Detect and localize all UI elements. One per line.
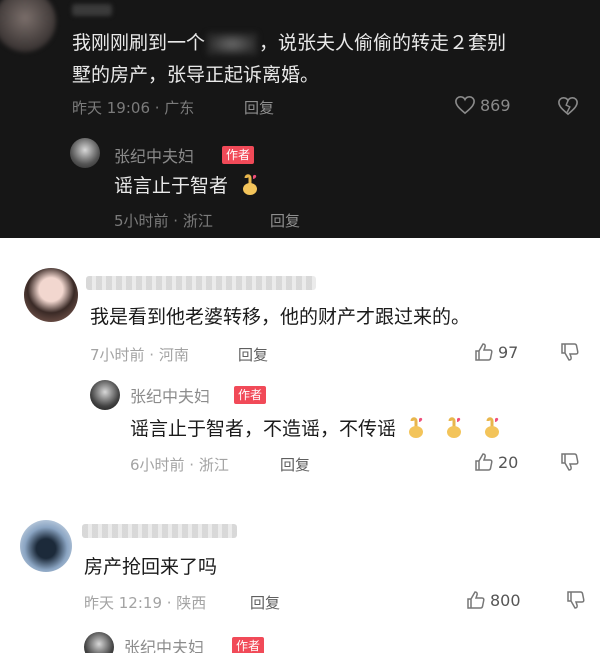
comment-text-part1: 我刚刚刷到一个: [72, 32, 206, 54]
reply-button[interactable]: 回复: [238, 344, 268, 365]
author-reply-button[interactable]: 回复: [270, 210, 300, 231]
author-reply-text-content: 谣言止于智者: [114, 175, 229, 197]
author-avatar[interactable]: [70, 138, 100, 168]
author-avatar[interactable]: [84, 632, 114, 653]
thumbs-up-icon: [475, 343, 493, 361]
commenter-name-blurred[interactable]: [82, 524, 237, 538]
author-avatar[interactable]: [90, 380, 120, 410]
like-count: 800: [490, 590, 521, 610]
reply-button[interactable]: 回复: [250, 592, 280, 613]
finger-heart-icon: [409, 417, 424, 438]
commenter-avatar[interactable]: [24, 268, 78, 322]
thumbs-down-icon[interactable]: [566, 590, 586, 610]
reply-button[interactable]: 回复: [244, 97, 274, 118]
author-badge: 作者: [232, 637, 265, 653]
thumbs-down-icon[interactable]: [560, 452, 580, 472]
finger-heart-icon: [485, 417, 500, 438]
comment-text: 我是看到他老婆转移，他的财产才跟过来的。: [90, 306, 471, 328]
author-name[interactable]: 张纪中夫妇: [124, 634, 204, 653]
commenter-avatar[interactable]: [20, 520, 72, 572]
like-button[interactable]: 869: [454, 95, 511, 115]
like-count: 869: [480, 95, 511, 115]
author-reply-time-location: 6小时前 · 浙江: [130, 456, 229, 474]
comment-text-part2: ，说张夫人偷偷的转走２套别: [259, 32, 507, 54]
heart-outline-icon: [455, 95, 475, 115]
thumbs-up-icon: [475, 453, 493, 471]
author-reply-text: 谣言止于智者，不造谣，不传谣: [130, 414, 502, 441]
commenter-name-blurred[interactable]: [72, 4, 112, 16]
comment-time-location: 7小时前 · 河南: [90, 346, 189, 364]
author-reply-text-content: 谣言止于智者，不造谣，不传谣: [130, 418, 397, 440]
dark-comment-panel: 我刚刚刷到一个 ，说张夫人偷偷的转走２套别 墅的房产，张导正起诉离婚。 昨天 19…: [0, 0, 600, 238]
comment-text-line2: 墅的房产，张导正起诉离婚。: [72, 64, 320, 86]
comment-text: 我刚刚刷到一个 ，说张夫人偷偷的转走２套别: [72, 26, 592, 60]
author-reply-button[interactable]: 回复: [280, 454, 310, 475]
comment-time-location: 昨天 19:06 · 广东: [72, 99, 195, 117]
censored-word: [207, 32, 258, 55]
author-reply-time-location: 5小时前 · 浙江: [114, 212, 213, 230]
author-reply-like-button[interactable]: 20: [474, 452, 518, 472]
author-badge: 作者: [222, 146, 255, 164]
like-button[interactable]: 97: [474, 342, 518, 362]
author-reply-text: 谣言止于智者: [114, 169, 260, 203]
finger-heart-icon: [447, 417, 462, 438]
comment-time-location: 昨天 12:19 · 陕西: [84, 594, 207, 612]
light-comment-panel: 我是看到他老婆转移，他的财产才跟过来的。 7小时前 · 河南 回复 97 张纪中…: [0, 238, 600, 653]
like-button[interactable]: 800: [466, 590, 521, 610]
broken-heart-icon[interactable]: [556, 96, 580, 116]
author-name[interactable]: 张纪中夫妇: [130, 383, 210, 407]
commenter-avatar[interactable]: [0, 0, 56, 52]
commenter-name-blurred[interactable]: [86, 276, 316, 290]
finger-heart-icon: [243, 174, 258, 195]
comment-text: 房产抢回来了吗: [84, 556, 218, 578]
like-count: 97: [498, 342, 519, 362]
like-count: 20: [498, 452, 519, 472]
author-name[interactable]: 张纪中夫妇: [114, 143, 194, 167]
thumbs-down-icon[interactable]: [560, 342, 580, 362]
author-badge: 作者: [234, 386, 267, 404]
thumbs-up-icon: [467, 591, 485, 609]
